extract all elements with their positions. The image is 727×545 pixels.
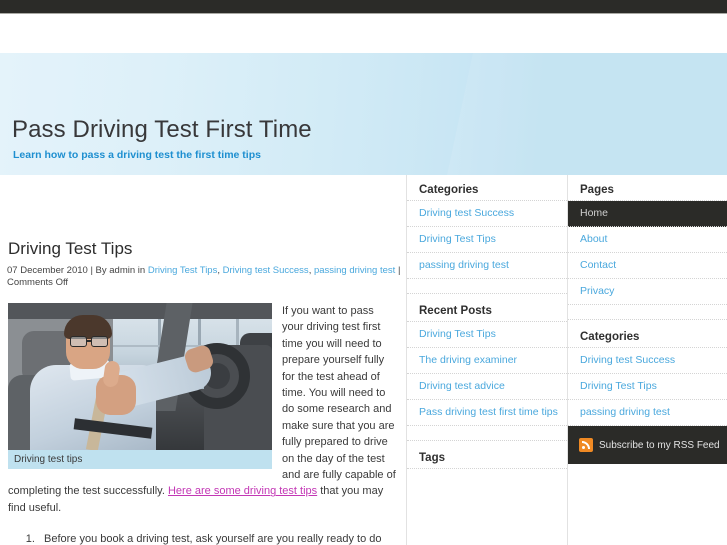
driving-test-photo [8,303,272,450]
site-title[interactable]: Pass Driving Test First Time [12,117,312,143]
sidebar-right-link-driving-test-tips[interactable]: Driving Test Tips [568,374,727,399]
header-white-gap [0,14,727,53]
widget-list-pages: Home About Contact Privacy [568,201,727,305]
list-item-home[interactable]: Home [568,201,727,227]
sidebar-link-passing-driving-test[interactable]: passing driving test [407,253,567,278]
rss-subscribe-link[interactable]: Subscribe to my RSS Feed [599,440,720,451]
post-meta-category-0[interactable]: Driving Test Tips [148,265,218,276]
list-item[interactable]: Driving test Success [568,348,727,374]
widget-list-categories-right: Driving test Success Driving Test Tips p… [568,348,727,426]
sidebar-right-link-driving-test-success[interactable]: Driving test Success [568,348,727,373]
widget-categories: Categories Driving test Success Driving … [407,175,567,279]
recent-post-pass-driving-test-first-time-tips[interactable]: Pass driving test first time tips [407,400,567,425]
recent-post-the-driving-examiner[interactable]: The driving examiner [407,348,567,373]
content-area: Driving Test Tips 07 December 2010 | By … [0,175,727,545]
widget-tags: Tags [407,441,567,469]
sidebar-right: Pages Home About Contact Privacy Categor… [567,175,727,545]
site-header: Pass Driving Test First Time Learn how t… [0,53,727,175]
list-item: Before you book a driving test, ask your… [38,530,398,545]
widget-list-categories: Driving test Success Driving Test Tips p… [407,201,567,279]
widget-title-pages: Pages [568,175,727,201]
figure-caption: Driving test tips [8,450,272,469]
list-item[interactable]: Contact [568,253,727,279]
site-header-inner: Pass Driving Test First Time Learn how t… [8,53,708,175]
widget-list-recent-posts: Driving Test Tips The driving examiner D… [407,322,567,426]
post-meta-category-2[interactable]: passing driving test [314,265,395,276]
page-root: Pass Driving Test First Time Learn how t… [0,0,727,545]
rss-icon [579,438,593,452]
meta-sep-1: , [308,265,312,276]
page-link-privacy[interactable]: Privacy [568,279,727,304]
page-link-about[interactable]: About [568,227,727,252]
widget-spacer [407,426,567,441]
post-ordered-list: Before you book a driving test, ask your… [8,530,398,545]
list-item[interactable]: Driving Test Tips [568,374,727,400]
widget-pages: Pages Home About Contact Privacy [568,175,727,305]
list-item[interactable]: Pass driving test first time tips [407,400,567,426]
rss-subscribe-block[interactable]: Subscribe to my RSS Feed [568,426,727,464]
widget-title-categories-right: Categories [568,320,727,348]
list-item[interactable]: Driving Test Tips [407,227,567,253]
recent-post-driving-test-advice[interactable]: Driving test advice [407,374,567,399]
list-item[interactable]: Driving test Success [407,201,567,227]
list-item[interactable]: passing driving test [407,253,567,279]
widget-title-categories: Categories [407,175,567,201]
widget-title-tags: Tags [407,441,567,469]
widget-recent-posts: Recent Posts Driving Test Tips The drivi… [407,294,567,426]
widget-title-recent-posts: Recent Posts [407,294,567,322]
driving-test-tips-link[interactable]: Here are some driving test tips [168,485,317,497]
sidebar-link-driving-test-success[interactable]: Driving test Success [407,201,567,226]
post-title[interactable]: Driving Test Tips [0,175,406,259]
post-meta: 07 December 2010 | By admin in Driving T… [0,259,406,289]
list-item[interactable]: Driving Test Tips [407,322,567,348]
meta-sep-0: , [217,265,220,276]
top-dark-bar [0,0,727,14]
list-item[interactable]: The driving examiner [407,348,567,374]
post-meta-category-1[interactable]: Driving test Success [223,265,309,276]
list-item[interactable]: passing driving test [568,400,727,426]
post-body: Driving test tips If you want to pass yo… [0,289,406,545]
list-item[interactable]: Privacy [568,279,727,305]
widget-spacer [568,305,727,320]
sidebar-right-link-passing-driving-test[interactable]: passing driving test [568,400,727,425]
page-link-home[interactable]: Home [568,201,727,226]
widget-spacer [407,279,567,294]
post-figure: Driving test tips [8,303,272,469]
main-column: Driving Test Tips 07 December 2010 | By … [0,175,406,545]
sidebar-link-driving-test-tips[interactable]: Driving Test Tips [407,227,567,252]
widget-categories-right: Categories Driving test Success Driving … [568,320,727,426]
site-tagline: Learn how to pass a driving test the fir… [13,149,261,161]
list-item[interactable]: About [568,227,727,253]
sidebar-left: Categories Driving test Success Driving … [406,175,567,545]
list-item[interactable]: Driving test advice [407,374,567,400]
page-link-contact[interactable]: Contact [568,253,727,278]
recent-post-driving-test-tips[interactable]: Driving Test Tips [407,322,567,347]
post-meta-date: 07 December 2010 | By admin in [7,265,146,276]
